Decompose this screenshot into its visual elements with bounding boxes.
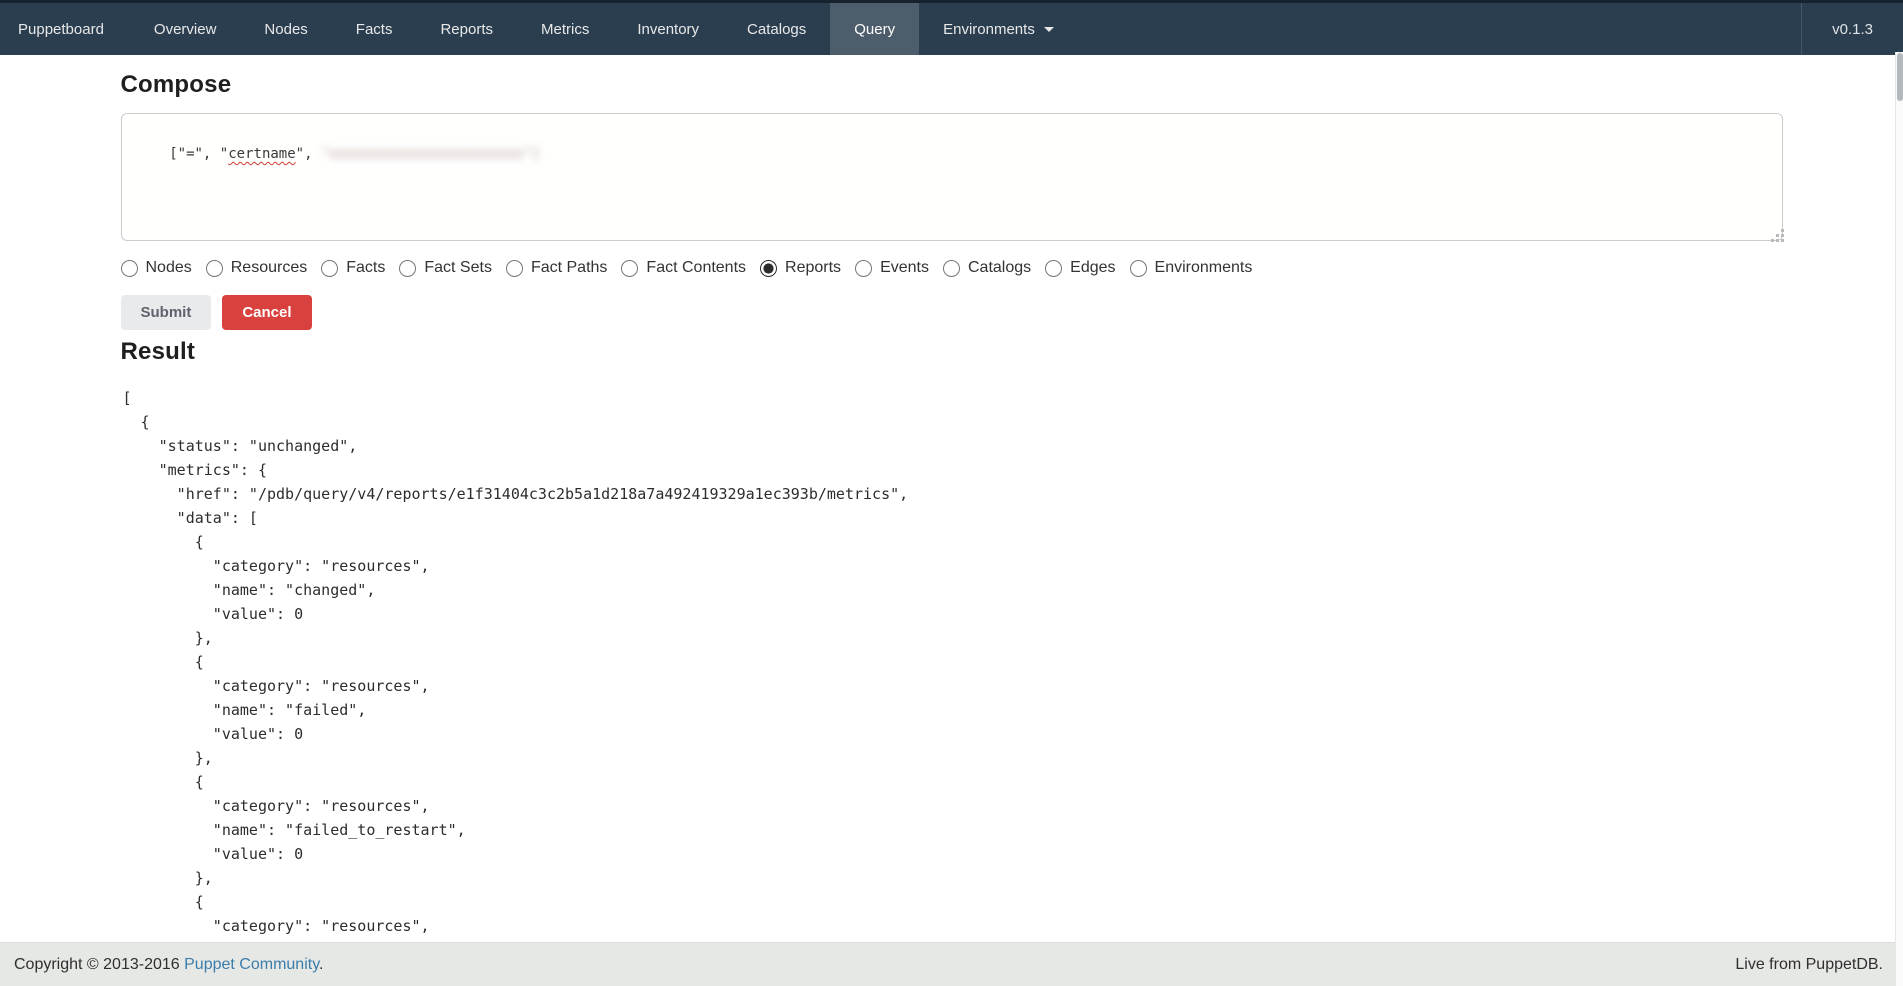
result-json-output: [ { "status": "unchanged", "metrics": { …	[121, 386, 1783, 938]
radio-label: Edges	[1070, 259, 1115, 277]
radio-fact-paths[interactable]	[506, 260, 523, 277]
chevron-down-icon	[1044, 27, 1054, 32]
navbar-brand-puppetboard[interactable]: Puppetboard	[0, 3, 130, 55]
copyright-text: Copyright © 2013-2016	[14, 956, 184, 973]
query-textarea[interactable]: ["=", "certname", "xxxxxxxxxxxxxxxxxxxxx…	[121, 113, 1783, 241]
radio-label: Fact Sets	[424, 259, 492, 277]
query-text-certname: certname	[228, 146, 295, 162]
radio-resources[interactable]	[206, 260, 223, 277]
nav-item-facts[interactable]: Facts	[332, 3, 417, 55]
radio-facts[interactable]	[321, 260, 338, 277]
radio-option-facts[interactable]: Facts	[321, 259, 385, 277]
page-footer: Copyright © 2013-2016 Puppet Community. …	[0, 942, 1903, 986]
scrollbar-thumb[interactable]	[1897, 53, 1903, 101]
radio-label: Fact Paths	[531, 259, 607, 277]
nav-item-overview[interactable]: Overview	[130, 3, 241, 55]
form-actions: Submit Cancel	[121, 295, 1783, 330]
radio-nodes[interactable]	[121, 260, 138, 277]
query-text-redacted: "xxxxxxxxxxxxxxxxxxxxxxx"]	[321, 146, 540, 162]
navbar-spacer	[1078, 3, 1801, 55]
radio-option-events[interactable]: Events	[855, 259, 929, 277]
radio-option-environments[interactable]: Environments	[1130, 259, 1253, 277]
endpoint-radio-group: Nodes Resources Facts Fact Sets Fact Pat…	[121, 259, 1783, 277]
nav-item-nodes[interactable]: Nodes	[240, 3, 331, 55]
copyright-period: .	[319, 956, 323, 973]
nav-item-query[interactable]: Query	[830, 3, 919, 55]
nav-item-catalogs[interactable]: Catalogs	[723, 3, 830, 55]
radio-events[interactable]	[855, 260, 872, 277]
environments-label: Environments	[943, 21, 1035, 38]
radio-option-catalogs[interactable]: Catalogs	[943, 259, 1031, 277]
textarea-resize-grip[interactable]	[1771, 229, 1785, 243]
radio-reports[interactable]	[760, 260, 777, 277]
nav-item-metrics[interactable]: Metrics	[517, 3, 613, 55]
radio-label: Environments	[1155, 259, 1253, 277]
radio-label: Reports	[785, 259, 841, 277]
version-badge: v0.1.3	[1801, 3, 1903, 55]
radio-label: Fact Contents	[646, 259, 746, 277]
radio-option-edges[interactable]: Edges	[1045, 259, 1115, 277]
radio-label: Resources	[231, 259, 307, 277]
radio-option-fact-paths[interactable]: Fact Paths	[506, 259, 607, 277]
compose-heading: Compose	[121, 71, 1783, 99]
query-text-open: ["=", "	[169, 146, 228, 162]
puppet-community-link[interactable]: Puppet Community	[184, 956, 319, 973]
main-navbar: Puppetboard Overview Nodes Facts Reports…	[0, 3, 1903, 55]
result-heading: Result	[121, 338, 1783, 366]
footer-copyright: Copyright © 2013-2016 Puppet Community.	[14, 956, 323, 974]
nav-item-reports[interactable]: Reports	[416, 3, 517, 55]
radio-fact-contents[interactable]	[621, 260, 638, 277]
radio-fact-sets[interactable]	[399, 260, 416, 277]
vertical-scrollbar[interactable]	[1895, 52, 1903, 986]
nav-item-inventory[interactable]: Inventory	[613, 3, 723, 55]
radio-environments[interactable]	[1130, 260, 1147, 277]
radio-option-nodes[interactable]: Nodes	[121, 259, 192, 277]
radio-edges[interactable]	[1045, 260, 1062, 277]
radio-option-reports[interactable]: Reports	[760, 259, 841, 277]
radio-option-fact-contents[interactable]: Fact Contents	[621, 259, 746, 277]
cancel-button[interactable]: Cancel	[222, 295, 311, 330]
radio-option-resources[interactable]: Resources	[206, 259, 307, 277]
radio-label: Catalogs	[968, 259, 1031, 277]
footer-status-text: Live from PuppetDB.	[1735, 956, 1883, 974]
radio-option-fact-sets[interactable]: Fact Sets	[399, 259, 492, 277]
submit-button[interactable]: Submit	[121, 295, 212, 330]
radio-label: Events	[880, 259, 929, 277]
page-content: Compose ["=", "certname", "xxxxxxxxxxxxx…	[121, 71, 1783, 938]
radio-catalogs[interactable]	[943, 260, 960, 277]
navbar-links: Puppetboard Overview Nodes Facts Reports…	[0, 3, 1078, 55]
query-text-close: ",	[296, 146, 321, 162]
nav-item-environments-dropdown[interactable]: Environments	[919, 3, 1078, 55]
radio-label: Nodes	[146, 259, 192, 277]
radio-label: Facts	[346, 259, 385, 277]
